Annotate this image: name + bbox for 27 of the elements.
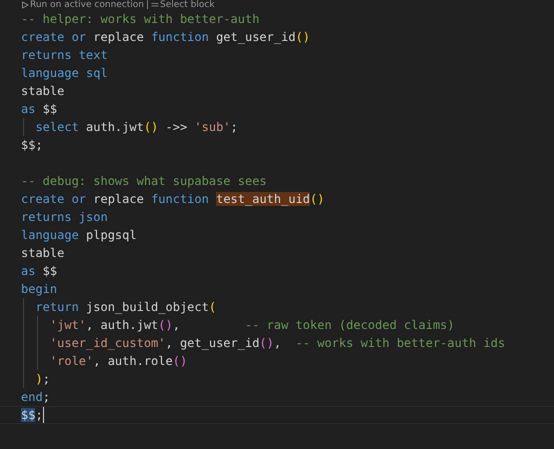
- code-line: language sql: [20, 65, 109, 82]
- code-line: returns json: [20, 209, 109, 226]
- run-link[interactable]: Run on active connection: [21, 0, 144, 10]
- code-line: 'jwt', auth.jwt(), -- raw token (decoded claims): [0, 316, 554, 334]
- code-line: language plpgsql: [20, 227, 138, 244]
- code-line: create or replace function test_auth_uid(): [20, 191, 326, 208]
- code-line: 'role', auth.role(): [0, 352, 554, 370]
- code-line: returns text: [20, 47, 109, 64]
- link-separator: |: [146, 0, 150, 10]
- code-line: -- debug: shows what supabase sees: [20, 173, 268, 190]
- code-line: $$;: [0, 406, 554, 424]
- code-line: $$;: [20, 137, 44, 154]
- code-line: create or replace function get_user_id(): [20, 29, 312, 46]
- code-line: as $$: [20, 263, 58, 280]
- code-line: as $$: [20, 101, 58, 118]
- play-icon: [21, 1, 29, 9]
- code-line: -- helper: works with better-auth: [20, 11, 260, 28]
- code-line: 'user_id_custom', get_user_id(), -- works with better-auth ids: [0, 334, 554, 352]
- lines-icon: [151, 1, 160, 9]
- code-line: select auth.jwt() ->> 'sub';: [0, 118, 554, 136]
- code-line: begin: [20, 281, 58, 298]
- code-line: stable: [20, 245, 66, 262]
- code-line: end;: [20, 389, 51, 406]
- code-line: return json_build_object(: [0, 298, 554, 316]
- select-block-link[interactable]: Select block: [151, 0, 215, 10]
- code-line: stable: [20, 83, 66, 100]
- code-line: );: [0, 370, 554, 388]
